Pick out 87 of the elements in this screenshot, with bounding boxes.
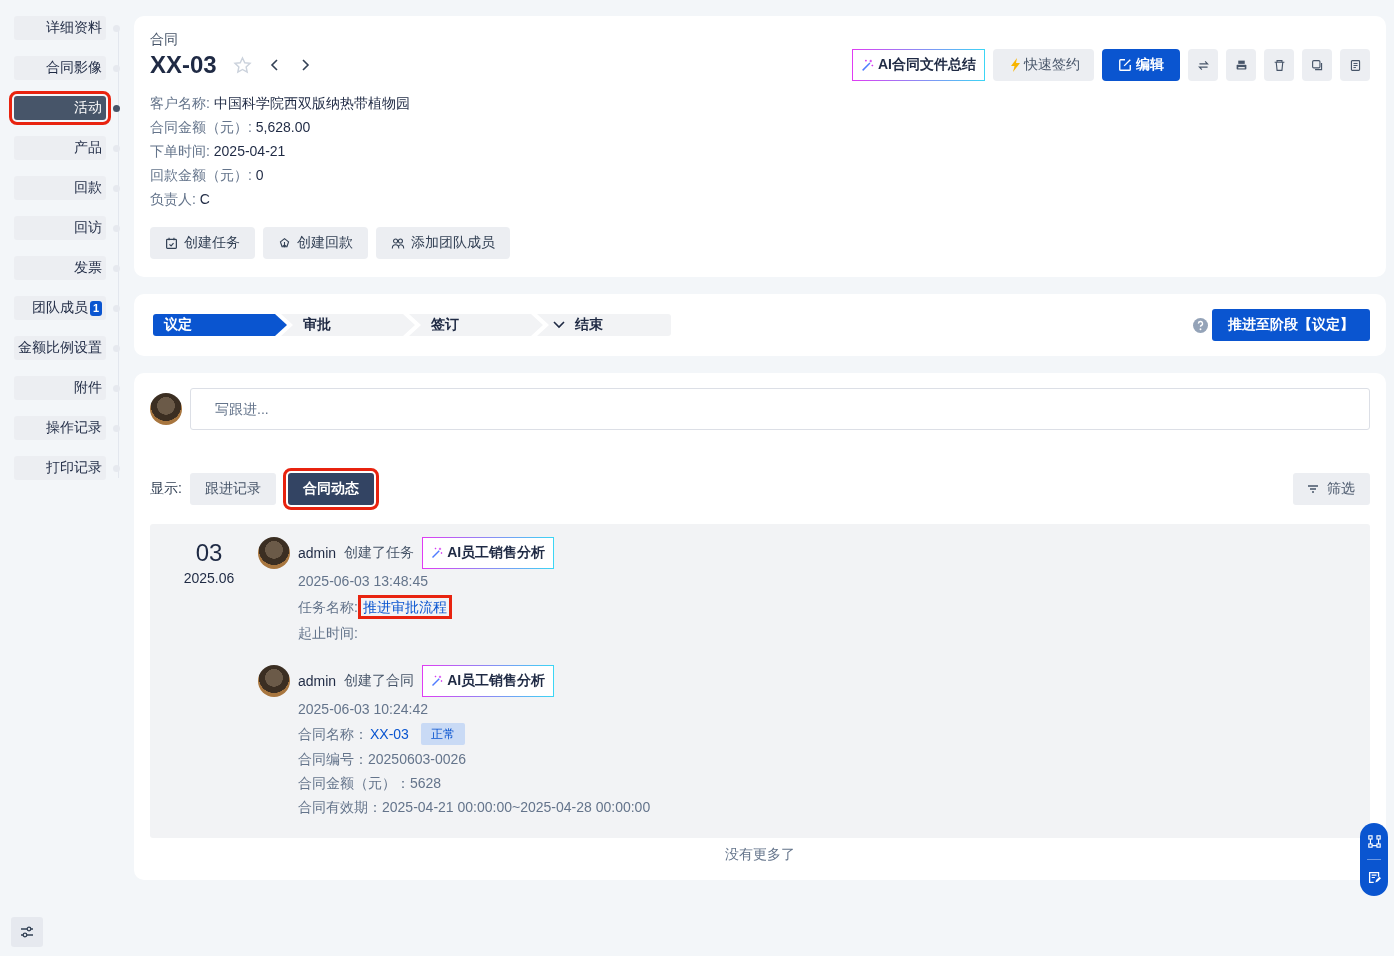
print-icon (1234, 58, 1248, 72)
filter-button[interactable]: 筛选 (1293, 473, 1370, 505)
info-field: 负责人: C (150, 190, 1370, 208)
edit-button[interactable]: 编辑 (1102, 49, 1180, 81)
advance-stage-button[interactable]: 推进至阶段【议定】 (1212, 309, 1370, 341)
detail-link[interactable]: XX-03 (370, 724, 409, 744)
ai-analysis-button[interactable]: AI员工销售分析 (422, 665, 555, 697)
info-field: 下单时间: 2025-04-21 (150, 142, 1370, 160)
filter-label: 显示: (150, 480, 182, 498)
timestamp: 2025-06-03 13:48:45 (298, 572, 429, 591)
sidebar-item[interactable]: 金额比例设置 (14, 336, 106, 360)
chevron-down-icon (553, 321, 565, 329)
user-name: admin (298, 673, 337, 689)
star-icon[interactable] (232, 55, 252, 75)
follow-up-input[interactable]: 写跟进... (190, 388, 1370, 430)
breadcrumb: 合同 (150, 30, 179, 48)
detail-label: 起止时间: (298, 624, 358, 643)
avatar (258, 665, 290, 697)
end-of-list-text: 没有更多了 (724, 846, 796, 864)
settings-button[interactable] (11, 917, 43, 947)
ai-summary-button[interactable]: AI合同文件总结 (852, 49, 985, 81)
detail-label: 合同编号： (298, 750, 368, 769)
count-badge: 1 (89, 300, 102, 316)
detail-value: 20250603-0026 (368, 750, 467, 769)
date-month: 2025.06 (182, 570, 236, 586)
sidebar-item[interactable]: 合同影像 (14, 56, 106, 80)
detail-value: 5628 (410, 774, 442, 793)
trash-icon (1272, 58, 1286, 72)
activity-action: 创建了合同 (344, 672, 415, 690)
sidebar-item[interactable]: 发票 (14, 256, 106, 280)
sidebar-item[interactable]: 团队成员 1 (14, 296, 106, 320)
ai-analysis-button[interactable]: AI员工销售分析 (422, 537, 555, 569)
help-icon[interactable] (1193, 317, 1208, 333)
print-button[interactable] (1226, 49, 1256, 81)
record-title: XX-03 (150, 50, 217, 80)
edit-icon (1118, 58, 1132, 72)
chevron-left-icon[interactable] (269, 58, 280, 72)
detail-label: 任务名称: (298, 598, 358, 617)
magic-wand-icon (431, 547, 444, 559)
magic-wand-icon (861, 58, 874, 72)
detail-label: 合同有效期： (298, 798, 382, 817)
quick-sign-button[interactable]: 快速签约 (993, 49, 1094, 81)
sidebar-item[interactable]: 产品 (14, 136, 106, 160)
swap-icon (1196, 58, 1210, 72)
stage-step[interactable]: 结束 (537, 314, 671, 336)
document-button[interactable] (1340, 49, 1370, 81)
info-field: 合同金额（元）: 5,628.00 (150, 118, 1370, 136)
sidebar-item[interactable]: 回款 (14, 176, 106, 200)
sidebar-item[interactable]: 详细资料 (14, 16, 106, 40)
action-button[interactable]: 创建回款 (263, 227, 368, 259)
date-day: 03 (160, 537, 258, 569)
document-icon (1348, 58, 1362, 72)
sliders-icon (20, 926, 34, 938)
stage-step[interactable]: 签订 (409, 314, 543, 336)
nodes-icon[interactable] (1367, 834, 1381, 848)
calendar-icon (165, 236, 178, 250)
people-icon (391, 236, 405, 250)
detail-label: 合同名称： (298, 725, 368, 744)
stage-step[interactable]: 审批 (281, 314, 415, 336)
activity-action: 创建了任务 (344, 544, 415, 562)
sidebar-item[interactable]: 操作记录 (14, 416, 106, 440)
avatar (258, 537, 290, 569)
avatar (150, 393, 182, 425)
filter-icon (1307, 484, 1319, 494)
filter-tab[interactable]: 跟进记录 (189, 473, 276, 505)
status-tag: 正常 (420, 723, 465, 745)
sidebar-item[interactable]: 附件 (14, 376, 106, 400)
swap-button[interactable] (1188, 49, 1218, 81)
note-edit-icon[interactable] (1367, 871, 1381, 885)
action-button[interactable]: 添加团队成员 (376, 227, 510, 259)
trash-button[interactable] (1264, 49, 1294, 81)
copy-icon (1310, 58, 1324, 72)
action-button[interactable]: 创建任务 (150, 227, 255, 259)
sidebar-item[interactable]: 打印记录 (14, 456, 106, 480)
detail-label: 合同金额（元）： (298, 774, 410, 793)
user-name: admin (298, 545, 337, 561)
detail-link[interactable]: 推进审批流程 (357, 595, 452, 619)
magic-wand-icon (431, 675, 444, 687)
chevron-right-icon[interactable] (299, 58, 310, 72)
info-field: 回款金额（元）: 0 (150, 166, 1370, 184)
sidebar-item[interactable]: 回访 (14, 216, 106, 240)
copy-button[interactable] (1302, 49, 1332, 81)
detail-value: 2025-04-21 00:00:00~2025-04-28 00:00:00 (382, 798, 651, 817)
lightning-icon (1011, 58, 1020, 72)
timestamp: 2025-06-03 10:24:42 (298, 700, 429, 719)
info-field: 客户名称: 中国科学院西双版纳热带植物园 (150, 94, 1370, 112)
stage-step[interactable]: 议定 (153, 314, 287, 336)
